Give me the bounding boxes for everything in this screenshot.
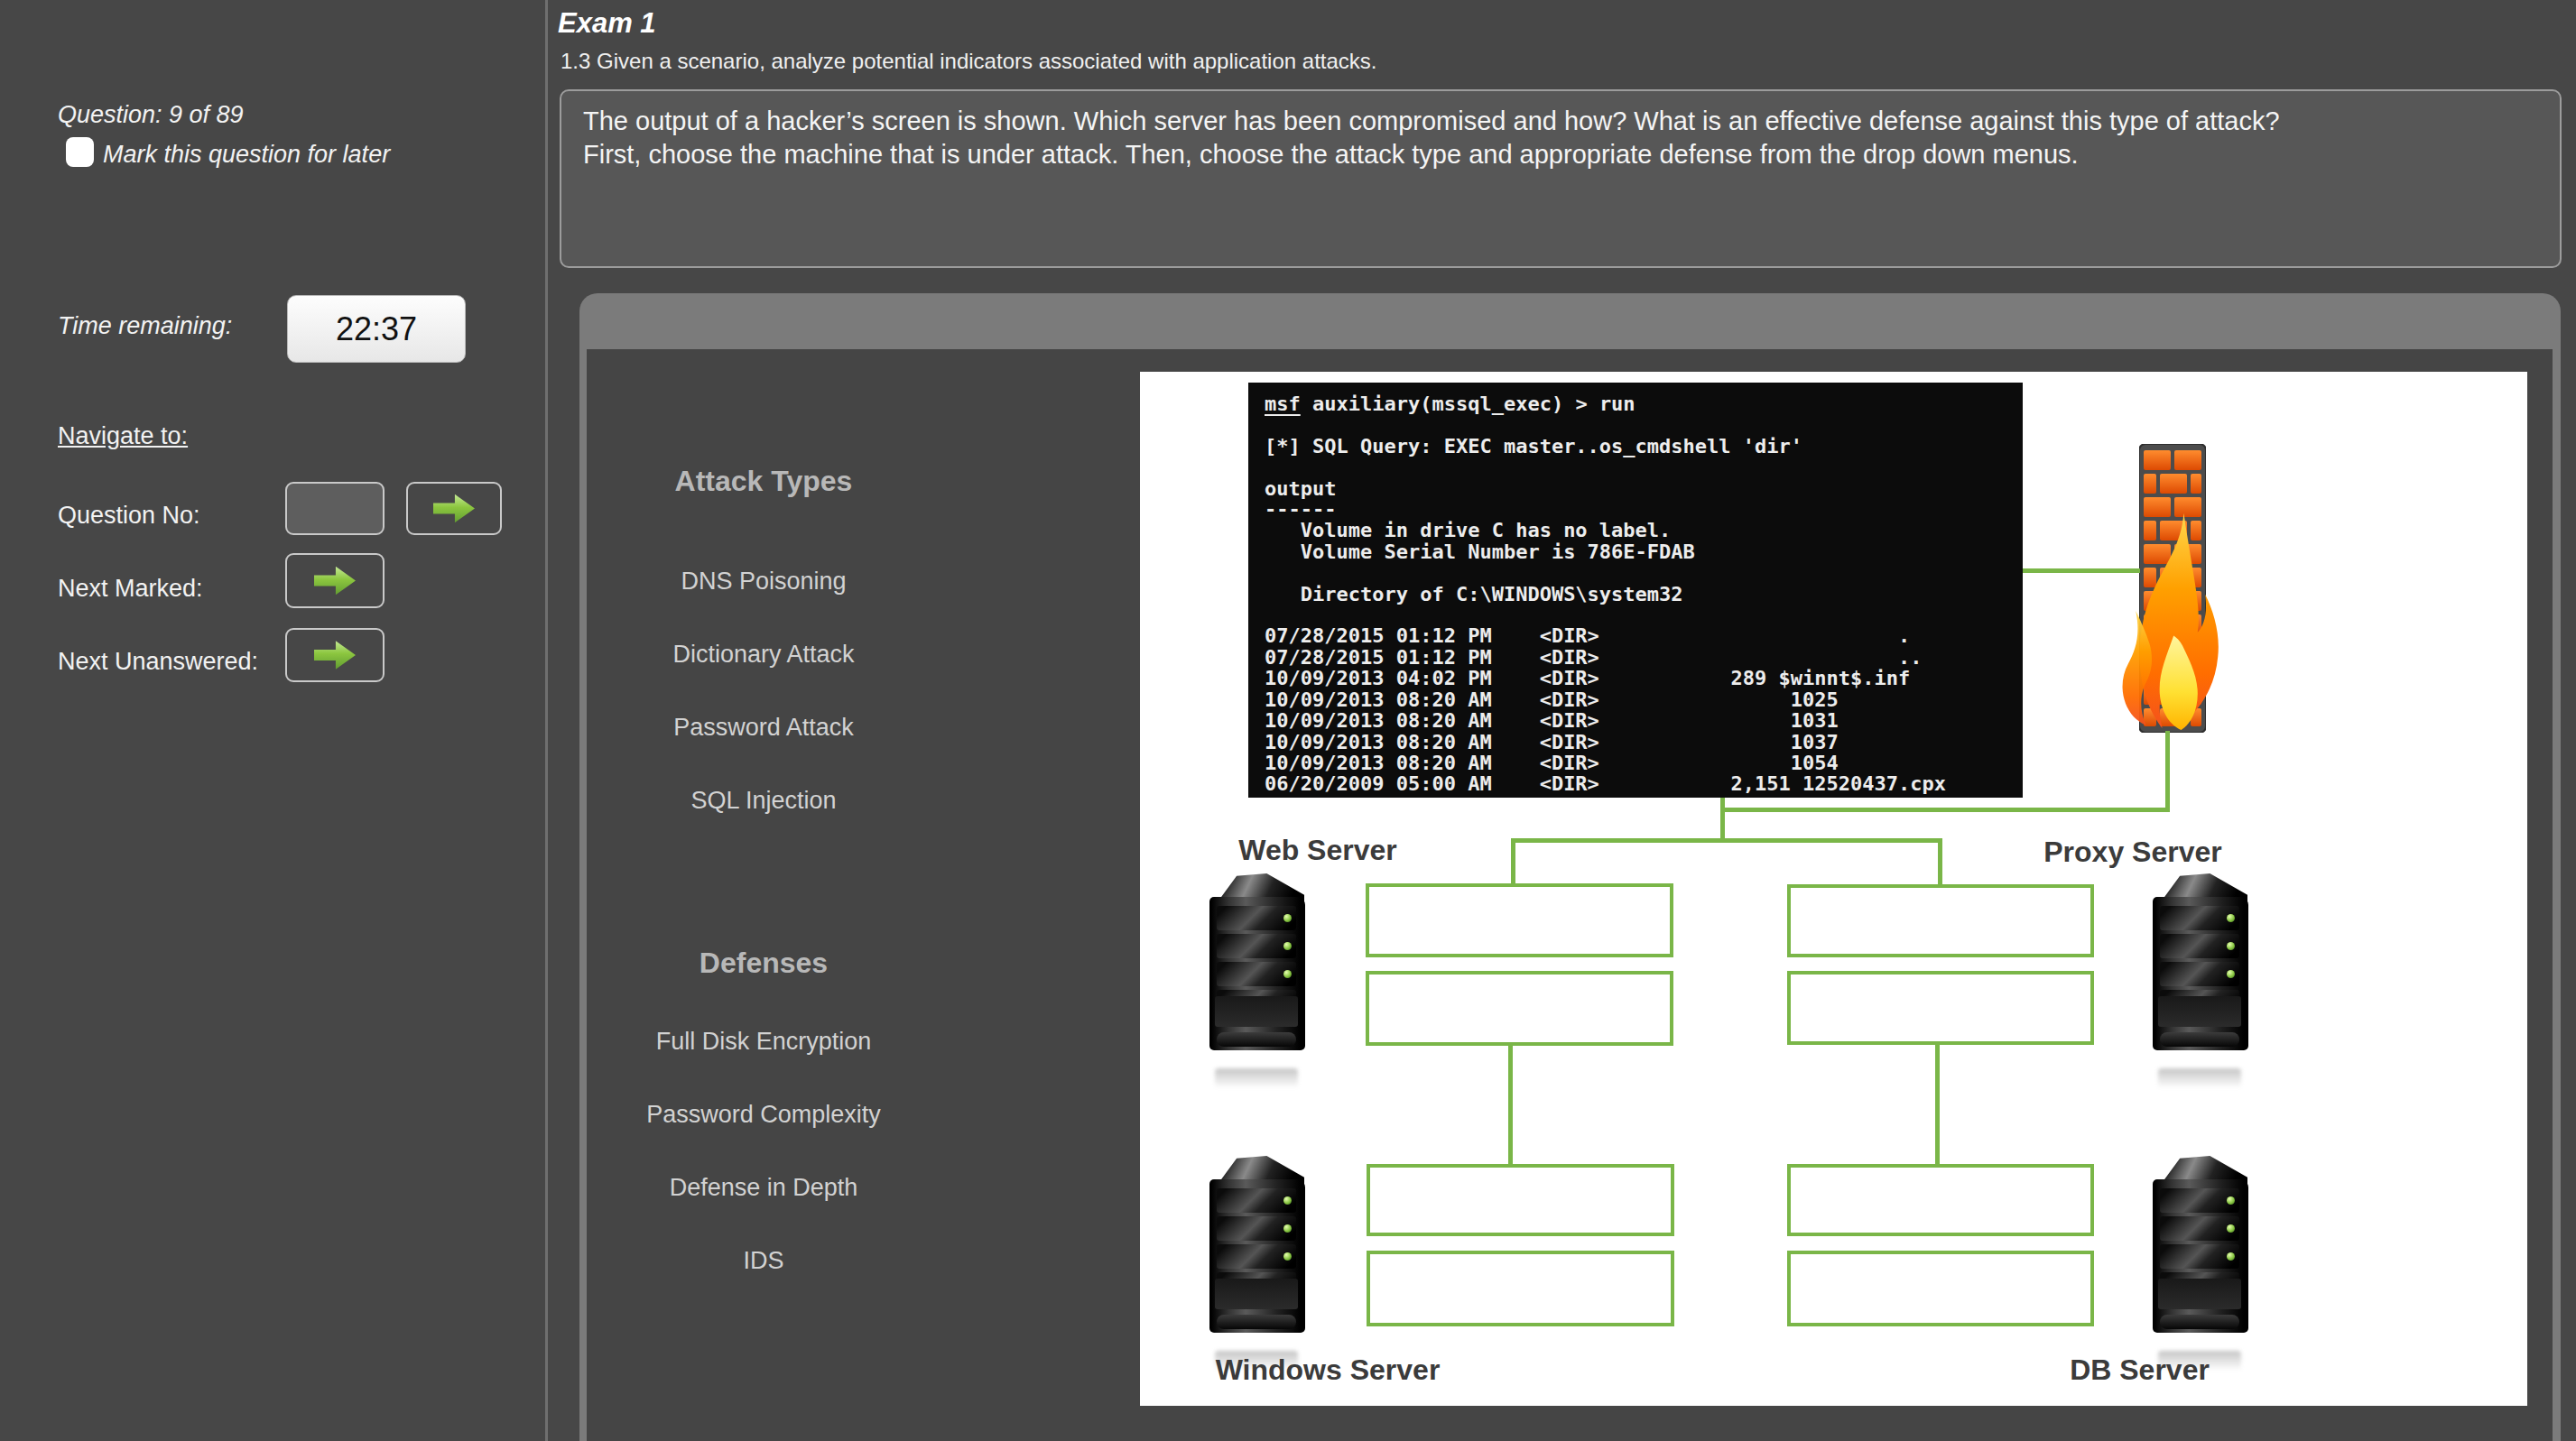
flame-icon bbox=[2113, 512, 2239, 760]
dropzone-db-attack[interactable] bbox=[1787, 1164, 2094, 1236]
dropzone-proxy-defense[interactable] bbox=[1787, 971, 2094, 1045]
time-remaining-value: 22:37 bbox=[287, 295, 466, 363]
next-marked-label: Next Marked: bbox=[58, 575, 203, 603]
question-no-label: Question No: bbox=[58, 502, 200, 530]
label-web-server: Web Server bbox=[1219, 834, 1417, 867]
server-icon-db[interactable] bbox=[2153, 1156, 2248, 1347]
next-unanswered-button[interactable] bbox=[285, 628, 385, 682]
defense-option[interactable]: Full Disk Encryption bbox=[583, 1005, 944, 1078]
attack-type-option[interactable]: Password Attack bbox=[583, 691, 944, 764]
label-proxy-server: Proxy Server bbox=[2029, 836, 2237, 869]
mark-question-label: Mark this question for later bbox=[103, 141, 390, 169]
defenses-list: Full Disk EncryptionPassword ComplexityD… bbox=[583, 1005, 944, 1298]
next-unanswered-label: Next Unanswered: bbox=[58, 648, 258, 676]
dropzone-db-defense[interactable] bbox=[1787, 1251, 2094, 1326]
server-icon-windows[interactable] bbox=[1209, 1156, 1305, 1347]
next-marked-button[interactable] bbox=[285, 553, 385, 608]
label-windows-server: Windows Server bbox=[1192, 1353, 1463, 1387]
terminal-screenshot: msf auxiliary(mssql_exec) > run [*] SQL … bbox=[1248, 383, 2023, 798]
attack-type-option[interactable]: Dictionary Attack bbox=[583, 618, 944, 691]
defense-option[interactable]: IDS bbox=[583, 1224, 944, 1298]
exam-title: Exam 1 bbox=[558, 7, 656, 40]
exam-objective: 1.3 Given a scenario, analyze potential … bbox=[561, 49, 1377, 74]
dropzone-web-attack[interactable] bbox=[1366, 883, 1673, 957]
question-progress: Question: 9 of 89 bbox=[58, 101, 244, 129]
terminal-text: msf auxiliary(mssql_exec) > run [*] SQL … bbox=[1248, 383, 2023, 795]
panel-header-bar bbox=[579, 293, 2561, 349]
dropzone-web-defense[interactable] bbox=[1366, 971, 1673, 1046]
defense-option[interactable]: Password Complexity bbox=[583, 1078, 944, 1151]
attack-type-option[interactable]: SQL Injection bbox=[583, 764, 944, 837]
line-terminal-trunk bbox=[1720, 798, 1725, 843]
line-firewall-horizontal bbox=[1722, 808, 2170, 812]
attack-types-title: Attack Types bbox=[583, 465, 944, 498]
time-remaining-label: Time remaining: bbox=[58, 312, 232, 340]
attack-types-list: DNS PoisoningDictionary AttackPassword A… bbox=[583, 545, 944, 837]
dropzone-proxy-attack[interactable] bbox=[1787, 884, 2094, 957]
defenses-title: Defenses bbox=[583, 947, 944, 980]
server-icon-proxy[interactable] bbox=[2153, 873, 2248, 1065]
green-arrow-icon bbox=[314, 640, 356, 670]
sidebar-divider bbox=[545, 0, 548, 1441]
line-terminal-firewall bbox=[2023, 568, 2140, 573]
line-branch-bar bbox=[1511, 838, 1942, 843]
mark-question-checkbox[interactable] bbox=[66, 137, 94, 167]
attack-type-option[interactable]: DNS Poisoning bbox=[583, 545, 944, 618]
line-mid-left bbox=[1508, 1045, 1513, 1165]
dropzone-windows-attack[interactable] bbox=[1367, 1164, 1674, 1236]
label-db-server: DB Server bbox=[2038, 1353, 2241, 1387]
question-no-input[interactable] bbox=[285, 482, 385, 535]
go-to-question-button[interactable] bbox=[406, 482, 502, 535]
green-arrow-icon bbox=[433, 494, 475, 524]
network-diagram: msf auxiliary(mssql_exec) > run [*] SQL … bbox=[1140, 372, 2527, 1406]
line-mid-right bbox=[1935, 1044, 1940, 1165]
line-drop-right bbox=[1938, 838, 1942, 887]
navigate-to-link[interactable]: Navigate to: bbox=[58, 422, 188, 450]
line-drop-left bbox=[1511, 838, 1515, 886]
green-arrow-icon bbox=[314, 566, 356, 596]
line-firewall-down bbox=[2165, 731, 2170, 812]
server-icon-web[interactable] bbox=[1209, 873, 1305, 1065]
question-text: The output of a hacker’s screen is shown… bbox=[560, 89, 2562, 268]
dropzone-windows-defense[interactable] bbox=[1367, 1251, 1674, 1326]
defense-option[interactable]: Defense in Depth bbox=[583, 1151, 944, 1224]
